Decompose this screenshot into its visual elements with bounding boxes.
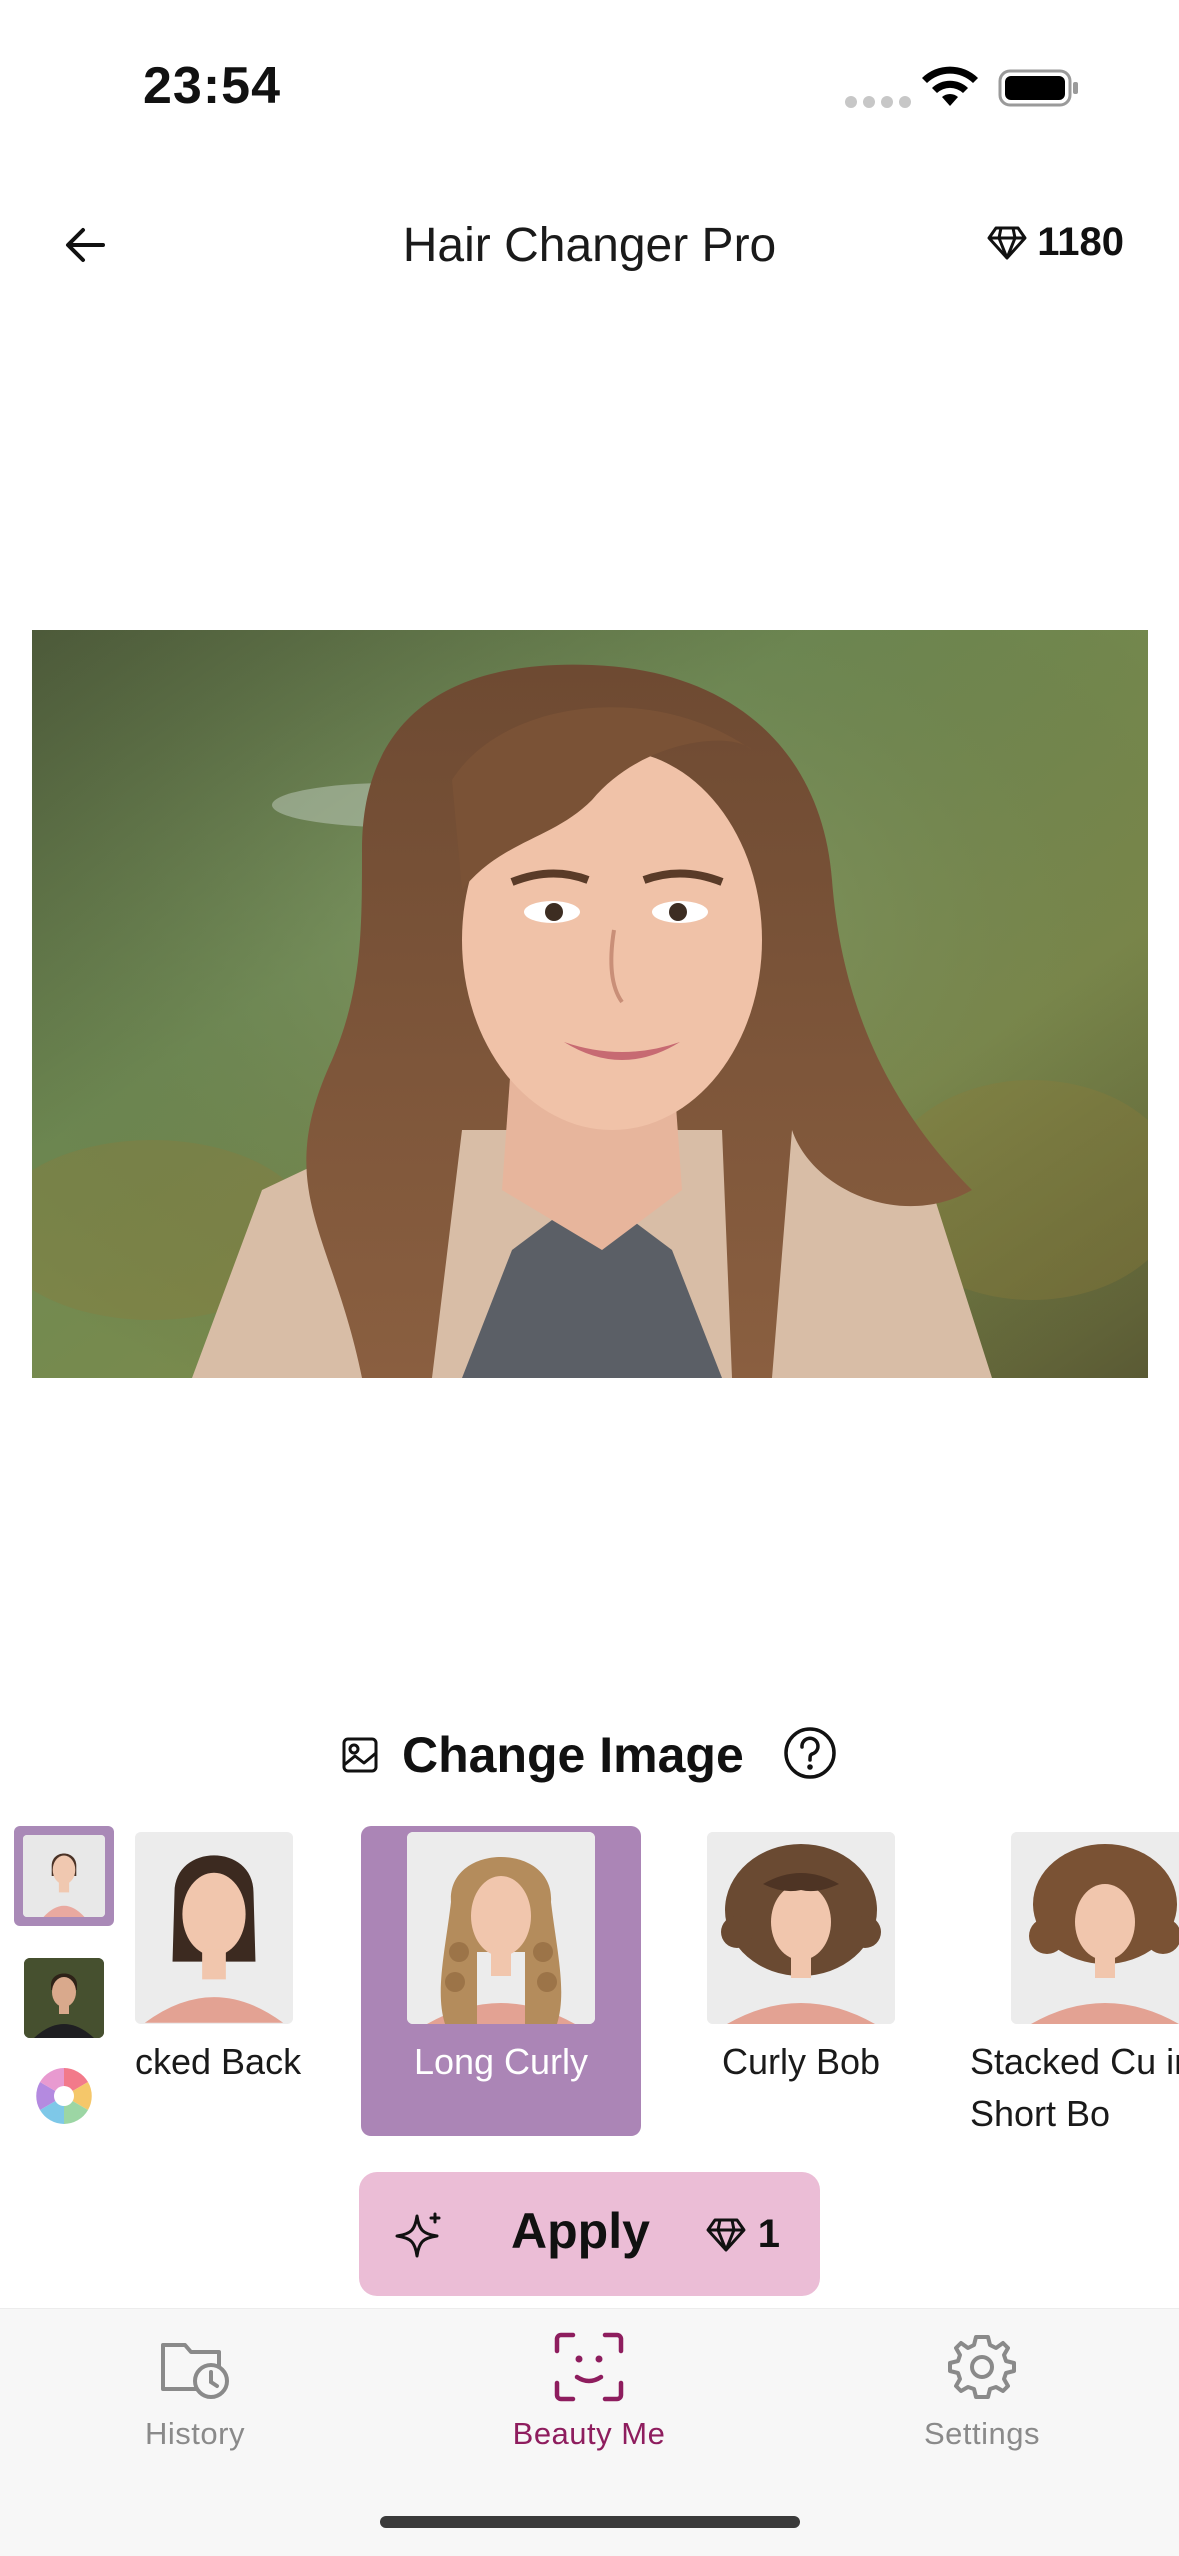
nav-label-beauty-me: Beauty Me — [512, 2416, 666, 2451]
hairstyle-carousel[interactable]: cked Back Long Curly Curly Bob Stacked C… — [130, 1826, 1179, 2146]
style-label: Long Curly — [413, 2041, 589, 2082]
cellular-signal-icon — [845, 96, 911, 108]
image-icon — [342, 1737, 378, 1773]
diamond-icon — [987, 226, 1027, 259]
home-indicator — [380, 2516, 800, 2528]
app-header: Hair Changer Pro 1180 — [0, 190, 1179, 300]
diamond-icon — [706, 2218, 746, 2251]
style-thumbnail — [135, 1832, 293, 2024]
style-thumbnail — [707, 1832, 895, 2024]
change-image-button[interactable]: Change Image — [340, 1720, 744, 1790]
nav-item-history[interactable]: History — [65, 2329, 325, 2452]
nav-label-settings: Settings — [923, 2416, 1040, 2451]
color-palette-icon[interactable] — [34, 2066, 94, 2126]
style-label: Curly Bob — [721, 2041, 881, 2082]
apply-button[interactable]: Apply 1 — [359, 2172, 820, 2296]
female-model-thumbnail — [23, 1835, 105, 1917]
style-thumbnail — [1011, 1832, 1179, 2024]
apply-cost: 1 — [706, 2212, 780, 2257]
source-thumb-female[interactable] — [14, 1826, 114, 1926]
status-time: 23:54 — [143, 57, 281, 115]
nav-item-settings[interactable]: Settings — [852, 2329, 1112, 2452]
nav-label-history: History — [145, 2416, 245, 2451]
credits-count: 1180 — [1037, 220, 1124, 264]
nav-item-beauty-me[interactable]: Beauty Me — [459, 2329, 719, 2452]
gear-icon — [948, 2335, 1016, 2399]
style-item-stacked-curls[interactable]: Stacked Cu in Short Bo — [970, 1826, 1179, 2136]
style-label: Stacked Cu in Short Bo — [970, 2041, 1179, 2134]
style-item-long-curly[interactable]: Long Curly — [361, 1826, 641, 2136]
help-icon[interactable] — [782, 1725, 838, 1781]
style-item-slicked-back[interactable]: cked Back — [130, 1826, 315, 2136]
apply-cost-value: 1 — [757, 2212, 780, 2256]
history-folder-icon — [161, 2343, 229, 2399]
credits-badge[interactable]: 1180 — [987, 220, 1124, 265]
style-thumbnail — [407, 1832, 595, 2024]
style-item-curly-bob[interactable]: Curly Bob — [701, 1826, 981, 2136]
change-image-row: Change Image — [0, 1720, 1179, 1790]
wifi-icon — [922, 66, 978, 106]
apply-label: Apply — [511, 2203, 650, 2259]
face-scan-icon — [554, 2332, 624, 2402]
battery-icon — [998, 69, 1078, 107]
male-model-thumbnail — [24, 1958, 104, 2038]
portrait-photo — [32, 630, 1148, 1378]
change-image-label: Change Image — [402, 1727, 744, 1783]
source-thumb-male[interactable] — [24, 1958, 104, 2038]
sparkle-icon — [395, 2212, 441, 2258]
status-bar: 23:54 — [0, 0, 1179, 170]
